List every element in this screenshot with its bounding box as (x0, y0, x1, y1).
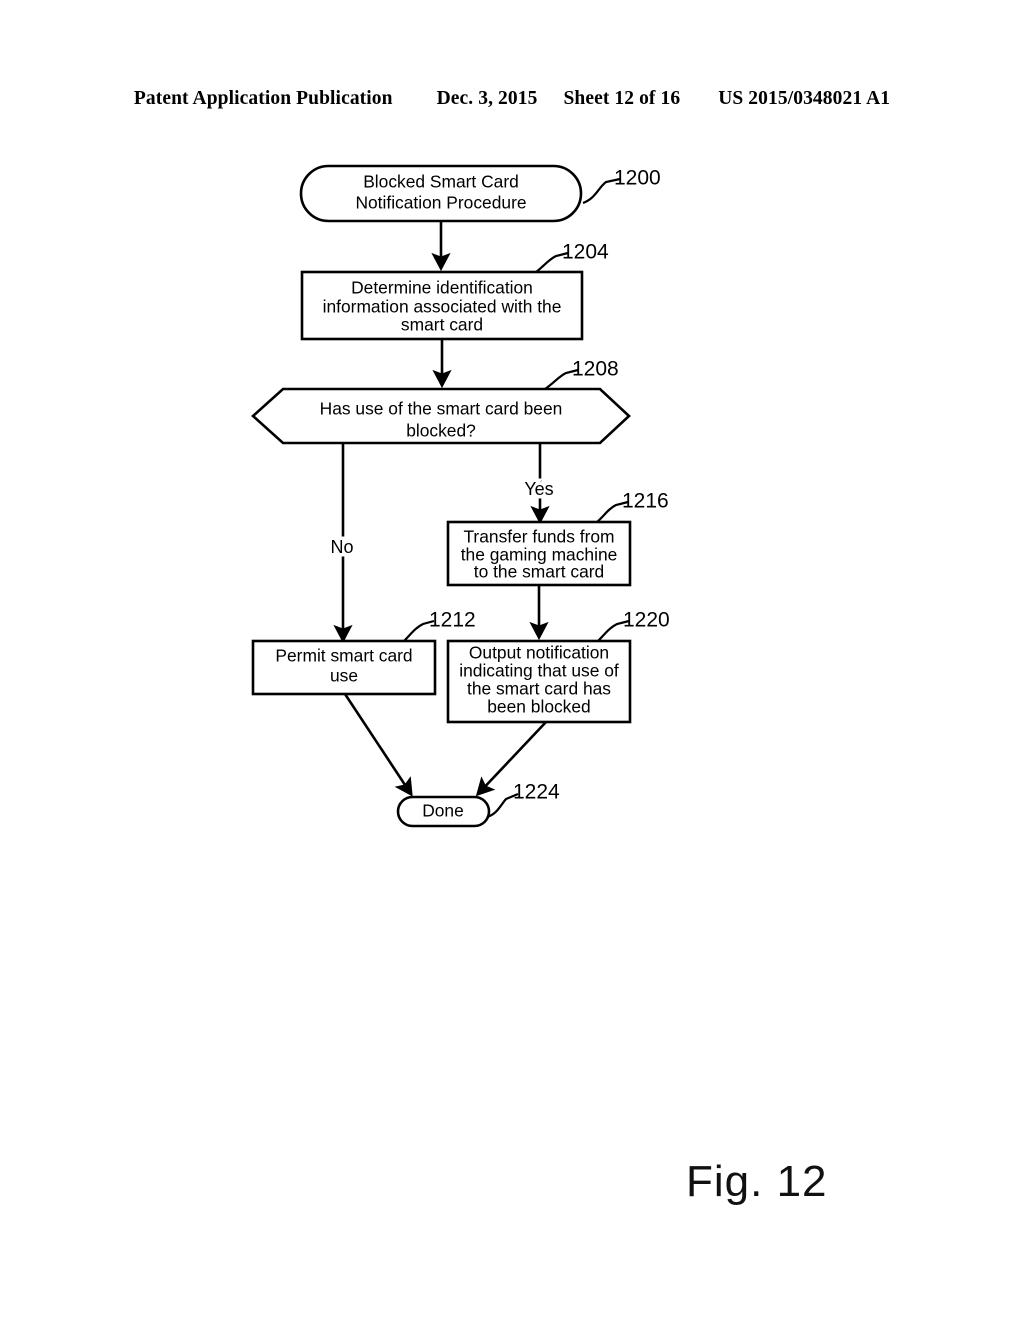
node-output-1220: Output notification indicating that use … (446, 609, 670, 724)
node-transfer-line-3: to the smart card (474, 562, 604, 582)
patent-page: Patent Application Publication Dec. 3, 2… (0, 0, 1024, 1320)
connector-permit-to-done (343, 693, 413, 797)
branch-label-no: No (330, 537, 353, 557)
node-permit-1212: Permit smart card use 1212 (251, 609, 476, 696)
node-determine-line-1: Determine identification (351, 278, 533, 298)
node-start-line-1: Blocked Smart Card (363, 172, 519, 192)
ref-number-1224: 1224 (513, 781, 560, 804)
node-transfer-line-1: Transfer funds from (463, 527, 614, 547)
node-start-1200: Blocked Smart Card Notification Procedur… (299, 164, 661, 223)
node-determine-line-3: smart card (401, 315, 483, 335)
branch-label-yes: Yes (524, 479, 553, 499)
node-start-line-2: Notification Procedure (355, 193, 526, 213)
ref-number-1220: 1220 (623, 609, 670, 632)
node-done-1224: Done 1224 (396, 781, 560, 828)
node-permit-line-1: Permit smart card (275, 646, 412, 666)
node-decision-line-2: blocked? (406, 421, 476, 441)
node-permit-line-2: use (330, 666, 358, 686)
node-transfer-1216: Transfer funds from the gaming machine t… (446, 490, 669, 587)
ref-number-1204: 1204 (562, 241, 609, 264)
ref-number-1208: 1208 (572, 358, 619, 381)
node-output-line-2: indicating that use of (459, 661, 619, 681)
node-output-line-3: the smart card has (467, 679, 611, 699)
ref-number-1212: 1212 (429, 609, 476, 632)
flowchart-diagram: Blocked Smart Card Notification Procedur… (251, 164, 670, 828)
node-determine-1204: Determine identification information ass… (300, 241, 609, 341)
node-done-label: Done (422, 801, 464, 821)
ref-number-1216: 1216 (622, 490, 669, 513)
node-determine-line-2: information associated with the (323, 297, 562, 317)
figure-caption: Fig. 12 (686, 1157, 828, 1206)
node-output-line-1: Output notification (469, 643, 609, 663)
node-output-line-4: been blocked (487, 697, 590, 717)
node-decision-line-1: Has use of the smart card been (320, 399, 563, 419)
ref-number-1200: 1200 (614, 167, 661, 190)
